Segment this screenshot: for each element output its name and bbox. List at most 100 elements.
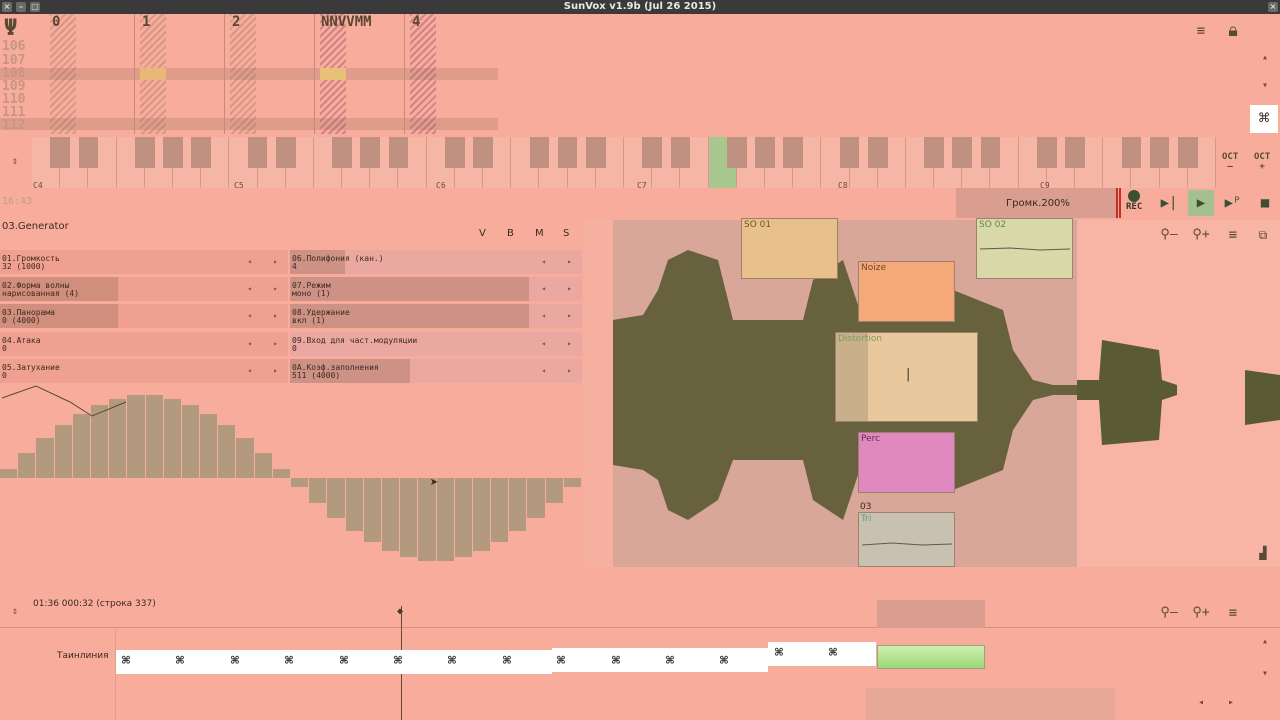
timeline-scrollbar[interactable] (866, 688, 1115, 720)
piano-black-key[interactable] (332, 137, 352, 168)
window-menu-icon[interactable]: × (2, 2, 12, 12)
minimize-icon[interactable]: – (16, 2, 26, 12)
mute-button[interactable]: M (535, 228, 544, 239)
param-slider[interactable]: 08.Удержание вкл (1) ◂ ▸ (290, 304, 582, 329)
track-header-4[interactable]: 4 (412, 14, 420, 30)
timeline-scroll-down-icon[interactable]: ▾ (1262, 668, 1268, 679)
solo-button[interactable]: S (563, 228, 569, 239)
increase-icon[interactable]: ▸ (273, 258, 278, 266)
track-header-0[interactable]: 0 (52, 14, 60, 30)
increase-icon[interactable]: ▸ (273, 339, 278, 348)
param-slider[interactable]: 03.Панорама 0 (4000) ◂ ▸ (0, 304, 288, 329)
param-slider[interactable]: 01.Громкость 32 (1000) ◂ ▸ (0, 250, 288, 274)
piano-black-key[interactable] (444, 137, 465, 168)
increase-icon[interactable]: ▸ (273, 312, 278, 320)
module-menu-icon[interactable]: ≡ (1220, 222, 1246, 248)
decrease-icon[interactable]: ◂ (247, 285, 252, 293)
pattern-icon[interactable]: ⌘ (1250, 105, 1278, 133)
selected-pattern[interactable] (877, 645, 985, 669)
increase-icon[interactable]: ▸ (567, 258, 572, 266)
piano-black-key[interactable] (585, 137, 606, 168)
param-slider[interactable]: 05.Затухание 0 ◂ ▸ (0, 358, 288, 383)
track-header-2[interactable]: 2 (232, 14, 240, 30)
pattern-block[interactable]: ⌘ (438, 650, 466, 672)
pattern-block[interactable]: ⌘ (765, 642, 793, 664)
increase-icon[interactable]: ▸ (567, 366, 572, 375)
piano-black-key[interactable] (557, 137, 578, 168)
pattern-block[interactable]: ⌘ (493, 650, 521, 672)
module-so01[interactable]: SO 01 (741, 218, 838, 279)
piano-black-key[interactable] (1065, 137, 1085, 168)
piano-black-key[interactable] (529, 137, 550, 168)
piano-black-key[interactable] (924, 137, 944, 168)
timeline-zoom-out-icon[interactable]: ⚲– (1156, 600, 1182, 626)
decrease-icon[interactable]: ◂ (541, 366, 546, 375)
piano-black-key[interactable] (163, 137, 183, 168)
menu-icon[interactable]: ≡ (1188, 18, 1214, 44)
piano-black-key[interactable] (839, 137, 860, 168)
piano-black-key[interactable] (726, 137, 747, 168)
close-icon[interactable]: × (1268, 2, 1278, 12)
lock-icon[interactable]: 🔒︎ (1220, 18, 1246, 44)
piano-black-key[interactable] (980, 137, 1001, 168)
piano-black-key[interactable] (473, 137, 493, 168)
play-from-start-icon[interactable]: ▶| (1156, 190, 1182, 216)
pattern-block[interactable]: ⌘ (275, 650, 303, 672)
piano-keyboard[interactable] (32, 137, 1216, 188)
stop-icon[interactable]: ■ (1252, 190, 1278, 216)
scroll-left-icon[interactable]: ◂ (1198, 697, 1204, 708)
module-distortion[interactable]: Distortion | (835, 332, 978, 422)
zoom-in-icon[interactable]: ⚲+ (1188, 222, 1214, 248)
piano-black-key[interactable] (642, 137, 663, 168)
pattern-block[interactable]: ⌘ (384, 650, 412, 672)
timeline-menu-icon[interactable]: ≡ (1220, 600, 1246, 626)
param-slider[interactable]: 04.Атака 0 ◂ ▸ (0, 331, 288, 356)
increase-icon[interactable]: ▸ (273, 366, 278, 375)
pattern-block[interactable]: ⌘ (330, 650, 358, 672)
increase-icon[interactable]: ▸ (273, 285, 278, 293)
decrease-icon[interactable]: ◂ (247, 258, 252, 266)
pattern-block[interactable]: ⌘ (112, 650, 140, 672)
param-slider[interactable]: 0A.Коэф.заполнения 511 (4000) ◂ ▸ (290, 358, 582, 383)
pattern-block[interactable]: ⌘ (710, 650, 738, 672)
piano-black-key[interactable] (1177, 137, 1198, 168)
pattern-block[interactable]: ⌘ (221, 650, 249, 672)
track-header-1[interactable]: 1 (142, 14, 150, 30)
decrease-icon[interactable]: ◂ (247, 366, 252, 375)
piano-black-key[interactable] (755, 137, 775, 168)
splitter[interactable] (583, 220, 613, 567)
module-tri[interactable]: Tri (858, 512, 955, 567)
bypass-button[interactable]: B (507, 228, 514, 239)
piano-black-key[interactable] (867, 137, 888, 168)
module-noize[interactable]: Noize (858, 261, 955, 322)
decrease-icon[interactable]: ◂ (247, 312, 252, 320)
increase-icon[interactable]: ▸ (567, 312, 572, 320)
param-slider[interactable]: 06.Полифония (кан.) 4 ◂ ▸ (290, 250, 582, 274)
octave-up-button[interactable]: OCT + (1254, 152, 1270, 172)
spectrum-icon[interactable]: ▟ (1250, 540, 1276, 566)
timeline-zoom-in-icon[interactable]: ⚲+ (1188, 600, 1214, 626)
scroll-down-icon[interactable]: ▾ (1262, 80, 1268, 91)
octave-down-button[interactable]: OCT – (1222, 152, 1238, 172)
piano-black-key[interactable] (134, 137, 155, 168)
loop-region[interactable] (877, 600, 985, 628)
piano-black-key[interactable] (275, 137, 296, 168)
pattern-block[interactable]: ⌘ (547, 650, 575, 672)
piano-black-key[interactable] (50, 137, 71, 168)
track-header-3[interactable]: NNVVMM (321, 14, 372, 30)
timeline-divider[interactable] (0, 567, 1280, 597)
timeline-scroll-icon[interactable]: ⇕ (12, 606, 18, 617)
increase-icon[interactable]: ▸ (567, 339, 572, 348)
pattern-block[interactable]: ⌘ (656, 650, 684, 672)
visualizer-button[interactable]: V (479, 228, 486, 239)
piano-black-key[interactable] (247, 137, 268, 168)
sunvox-logo-icon[interactable]: Ψ (4, 16, 17, 41)
pattern-block[interactable]: ⌘ (602, 650, 630, 672)
piano-black-key[interactable] (1121, 137, 1142, 168)
decrease-icon[interactable]: ◂ (247, 339, 252, 348)
scroll-up-icon[interactable]: ▴ (1262, 52, 1268, 63)
maximize-icon[interactable]: □ (30, 2, 40, 12)
param-slider[interactable]: 09.Вход для част.модуляции 0 ◂ ▸ (290, 331, 582, 356)
piano-black-key[interactable] (670, 137, 691, 168)
decrease-icon[interactable]: ◂ (541, 312, 546, 320)
